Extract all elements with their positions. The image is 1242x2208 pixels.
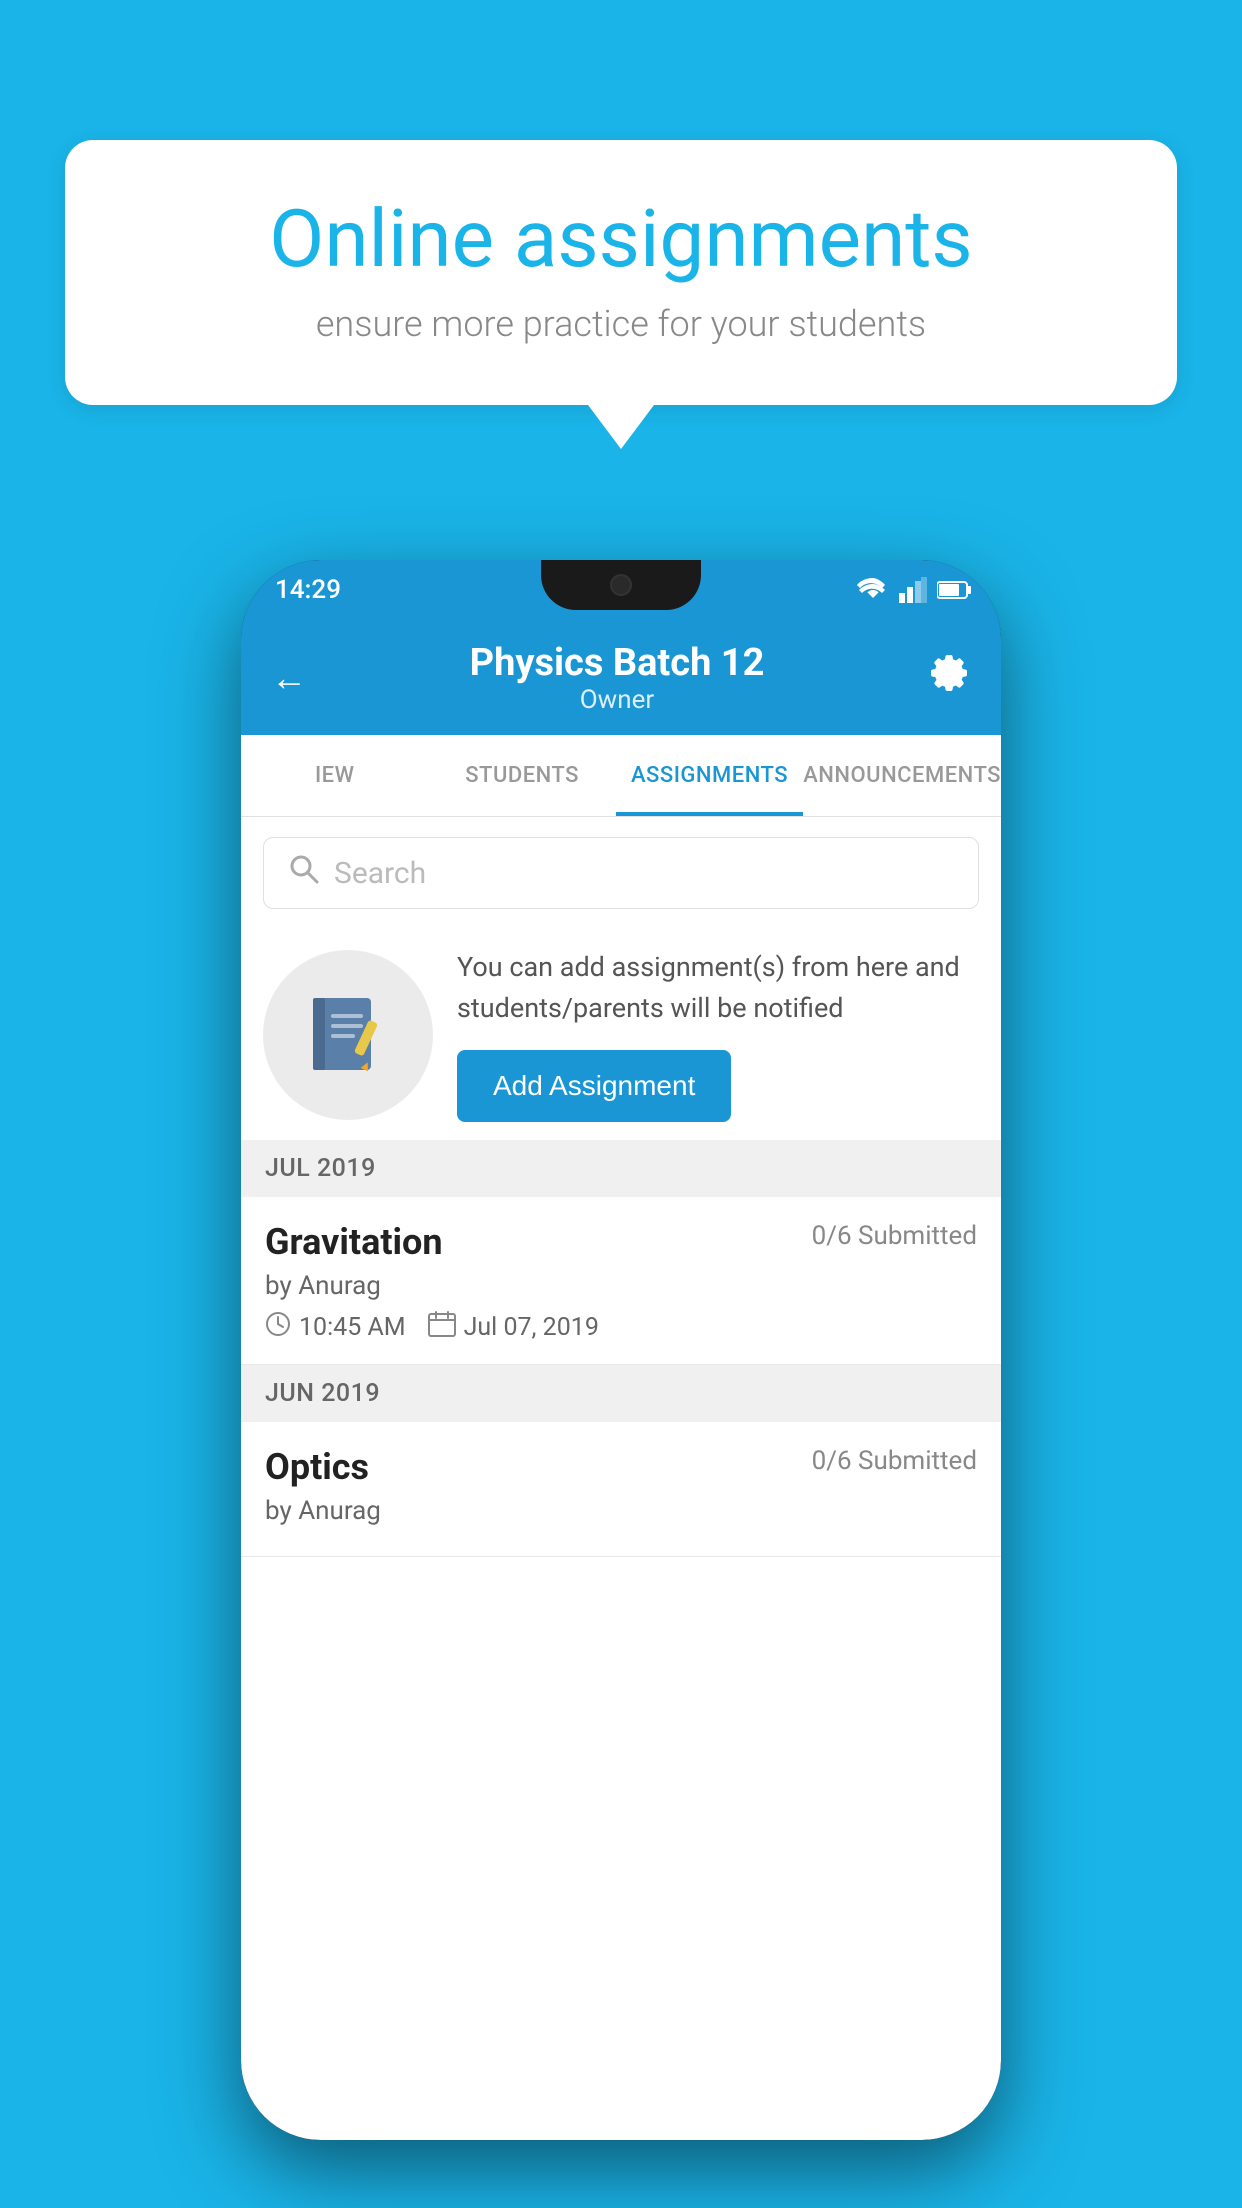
assignment-gravitation-time-value: 10:45 AM xyxy=(299,1313,406,1342)
header-subtitle: Owner xyxy=(470,685,765,715)
bubble-title: Online assignments xyxy=(135,195,1107,283)
assignment-gravitation-name: Gravitation xyxy=(265,1221,443,1263)
promo-icon-circle xyxy=(263,950,433,1120)
assignment-optics-submitted: 0/6 Submitted xyxy=(812,1446,977,1476)
search-bar[interactable]: Search xyxy=(263,837,979,909)
signal-icon xyxy=(899,577,927,603)
assignment-optics-name: Optics xyxy=(265,1446,369,1488)
bubble-subtitle: ensure more practice for your students xyxy=(135,303,1107,345)
phone-container: 14:29 xyxy=(241,560,1001,2140)
assignment-gravitation-author: by Anurag xyxy=(265,1271,977,1301)
tab-assignments[interactable]: ASSIGNMENTS xyxy=(616,735,803,816)
screen-content: Search xyxy=(241,817,1001,2140)
notebook-icon xyxy=(303,990,393,1080)
speech-bubble-container: Online assignments ensure more practice … xyxy=(65,140,1177,405)
back-button[interactable]: ← xyxy=(271,657,307,699)
phone-screen: 14:29 xyxy=(241,560,1001,2140)
speech-bubble: Online assignments ensure more practice … xyxy=(65,140,1177,405)
promo-description: You can add assignment(s) from here and … xyxy=(457,947,979,1028)
assignment-gravitation[interactable]: Gravitation 0/6 Submitted by Anurag xyxy=(241,1197,1001,1365)
status-time: 14:29 xyxy=(269,575,341,605)
phone-notch xyxy=(541,560,701,610)
assignment-gravitation-date: Jul 07, 2019 xyxy=(428,1311,599,1344)
tab-announcements[interactable]: ANNOUNCEMENTS xyxy=(803,735,1001,816)
assignment-optics-top-row: Optics 0/6 Submitted xyxy=(265,1446,977,1488)
phone-outer: 14:29 xyxy=(241,560,1001,2140)
assignment-gravitation-time: 10:45 AM xyxy=(265,1311,406,1344)
section-jul-2019: JUL 2019 xyxy=(241,1140,1001,1197)
tab-students[interactable]: STUDENTS xyxy=(428,735,615,816)
search-icon xyxy=(288,853,320,893)
gear-icon xyxy=(927,651,971,695)
search-input[interactable]: Search xyxy=(334,856,426,891)
assignment-gravitation-meta: 10:45 AM Jul 07, 201 xyxy=(265,1311,977,1344)
status-icons xyxy=(857,577,973,603)
promo-card: You can add assignment(s) from here and … xyxy=(263,929,979,1140)
assignment-gravitation-top-row: Gravitation 0/6 Submitted xyxy=(265,1221,977,1263)
calendar-icon xyxy=(428,1311,456,1344)
promo-text: You can add assignment(s) from here and … xyxy=(457,947,979,1122)
tab-overview[interactable]: IEW xyxy=(241,735,428,816)
add-assignment-button[interactable]: Add Assignment xyxy=(457,1050,731,1122)
header-title: Physics Batch 12 xyxy=(470,641,765,685)
assignment-gravitation-date-value: Jul 07, 2019 xyxy=(464,1313,599,1342)
assignment-optics-author: by Anurag xyxy=(265,1496,977,1526)
clock-icon xyxy=(265,1311,291,1344)
battery-icon xyxy=(937,580,973,600)
wifi-icon xyxy=(857,578,889,602)
assignment-gravitation-submitted: 0/6 Submitted xyxy=(812,1221,977,1251)
assignment-optics[interactable]: Optics 0/6 Submitted by Anurag xyxy=(241,1422,1001,1557)
section-jun-2019: JUN 2019 xyxy=(241,1365,1001,1422)
settings-button[interactable] xyxy=(927,651,971,705)
app-header: ← Physics Batch 12 Owner xyxy=(241,620,1001,735)
header-center: Physics Batch 12 Owner xyxy=(470,641,765,715)
tab-bar: IEW STUDENTS ASSIGNMENTS ANNOUNCEMENTS xyxy=(241,735,1001,817)
phone-camera xyxy=(610,574,632,596)
